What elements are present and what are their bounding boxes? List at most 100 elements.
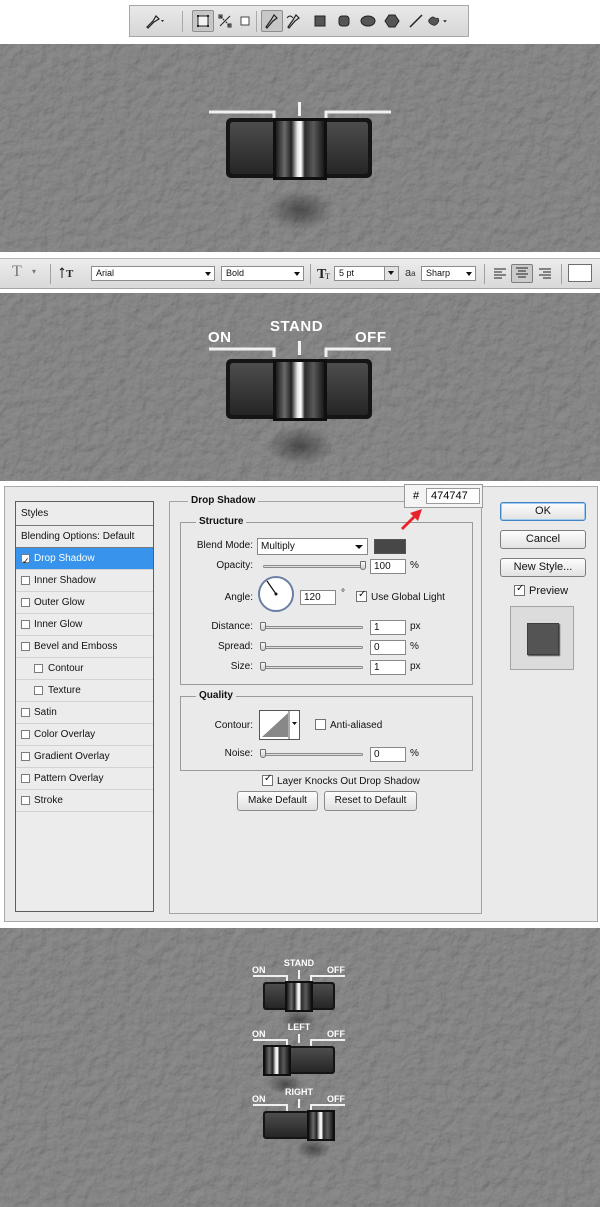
size-input[interactable]: 1 <box>370 660 406 675</box>
new-style-button[interactable]: New Style... <box>500 558 586 577</box>
style-item-pattern-overlay[interactable]: Pattern Overlay <box>16 768 153 790</box>
style-item-satin[interactable]: Satin <box>16 702 153 724</box>
chevron-down-icon[interactable] <box>384 267 398 280</box>
layer-knocks-out-checkbox[interactable] <box>262 773 273 786</box>
style-checkbox[interactable] <box>21 598 30 607</box>
style-item-color-overlay[interactable]: Color Overlay <box>16 724 153 746</box>
style-checkbox[interactable] <box>34 664 43 673</box>
canvas-switch-states: ON STAND OFF ON LEFT OFF ON RIGHT OFF <box>0 928 600 1207</box>
pen-tool-icon[interactable] <box>144 10 166 32</box>
noise-slider-knob[interactable] <box>260 749 266 758</box>
toolbar-separator <box>484 264 485 284</box>
noise-input[interactable]: 0 <box>370 747 406 762</box>
contour-picker[interactable] <box>259 710 300 740</box>
hex-input[interactable]: 474747 <box>426 488 480 504</box>
opacity-slider-knob[interactable] <box>360 561 366 570</box>
noise-slider[interactable] <box>263 753 363 756</box>
style-item-label: Gradient Overlay <box>34 751 110 762</box>
style-checkbox[interactable] <box>21 620 30 629</box>
paths-icon[interactable] <box>214 10 236 32</box>
canvas-switch-labeled: ON STAND OFF <box>0 293 600 481</box>
style-item-gradient-overlay[interactable]: Gradient Overlay <box>16 746 153 768</box>
use-global-light-label[interactable]: Use Global Light <box>371 592 445 603</box>
style-checkbox[interactable] <box>21 796 30 805</box>
spread-slider[interactable] <box>263 646 363 649</box>
text-color-swatch[interactable] <box>568 264 592 282</box>
font-size-input[interactable]: 5 pt <box>334 266 399 281</box>
use-global-light-checkbox[interactable] <box>356 589 367 602</box>
anti-alias-select[interactable]: Sharp <box>421 266 476 281</box>
blending-options-item[interactable]: Blending Options: Default <box>16 526 153 548</box>
px-unit: px <box>410 621 421 632</box>
fill-pixels-icon[interactable] <box>234 10 256 32</box>
anti-aliased-checkbox[interactable] <box>315 719 326 730</box>
switch-label-center: LEFT <box>288 1022 311 1032</box>
style-item-texture[interactable]: Texture <box>16 680 153 702</box>
switch-center-tick <box>298 970 300 979</box>
rounded-rectangle-icon[interactable] <box>333 10 355 32</box>
opacity-input[interactable]: 100 <box>370 559 406 574</box>
style-item-label: Pattern Overlay <box>34 773 104 784</box>
distance-slider[interactable] <box>263 626 363 629</box>
style-checkbox[interactable] <box>21 730 30 739</box>
custom-shape-icon[interactable] <box>427 10 449 32</box>
align-right-icon[interactable] <box>535 265 555 283</box>
distance-slider-knob[interactable] <box>260 622 266 631</box>
ellipse-icon[interactable] <box>357 10 379 32</box>
style-checkbox[interactable] <box>21 774 30 783</box>
distance-input[interactable]: 1 <box>370 620 406 635</box>
style-item-outer-glow[interactable]: Outer Glow <box>16 592 153 614</box>
style-item-label: Inner Glow <box>34 619 83 630</box>
spread-input[interactable]: 0 <box>370 640 406 655</box>
opacity-slider[interactable] <box>263 565 363 568</box>
style-item-stroke[interactable]: Stroke <box>16 790 153 812</box>
style-checkbox[interactable] <box>21 576 30 585</box>
shape-layers-icon[interactable] <box>192 10 214 32</box>
type-tool-icon[interactable]: T <box>12 263 22 281</box>
align-left-icon[interactable] <box>490 265 510 283</box>
style-checkbox[interactable] <box>21 642 30 651</box>
style-checkbox[interactable] <box>21 708 30 717</box>
rectangle-icon[interactable] <box>309 10 331 32</box>
angle-input[interactable]: 120 <box>300 590 336 605</box>
chevron-down-icon <box>466 272 472 276</box>
spread-slider-knob[interactable] <box>260 642 266 651</box>
style-item-inner-shadow[interactable]: Inner Shadow <box>16 570 153 592</box>
text-orientation-icon[interactable]: T <box>59 264 77 284</box>
font-size-value: 5 pt <box>339 268 355 278</box>
style-checkbox[interactable] <box>21 752 30 761</box>
angle-dial[interactable] <box>258 576 294 612</box>
size-slider-knob[interactable] <box>260 662 266 671</box>
chevron-down-icon[interactable]: ▾ <box>32 267 36 276</box>
quality-group: Quality Contour: Anti-aliased Noise: 0 % <box>180 690 473 771</box>
anti-aliased-label[interactable]: Anti-aliased <box>330 720 382 731</box>
shadow-color-swatch[interactable] <box>374 539 406 554</box>
polygon-icon[interactable] <box>381 10 403 32</box>
style-checkbox[interactable] <box>34 686 43 695</box>
style-item-bevel-and-emboss[interactable]: Bevel and Emboss <box>16 636 153 658</box>
distance-label: Distance: <box>211 621 253 632</box>
style-checkbox[interactable] <box>21 552 30 573</box>
reset-to-default-button[interactable]: Reset to Default <box>324 791 417 811</box>
styles-header[interactable]: Styles <box>16 502 153 526</box>
blend-mode-select[interactable]: Multiply <box>257 538 368 555</box>
preview-checkbox[interactable] <box>514 583 525 596</box>
layer-knocks-out-label[interactable]: Layer Knocks Out Drop Shadow <box>277 776 420 787</box>
style-item-drop-shadow[interactable]: Drop Shadow <box>16 548 153 573</box>
style-item-inner-glow[interactable]: Inner Glow <box>16 614 153 636</box>
style-item-label: Bevel and Emboss <box>34 641 118 652</box>
font-family-select[interactable]: Arial <box>91 266 215 281</box>
switch-center-tick <box>298 1034 300 1043</box>
size-slider[interactable] <box>263 666 363 669</box>
font-style-select[interactable]: Bold <box>221 266 304 281</box>
make-default-button[interactable]: Make Default <box>237 791 318 811</box>
line-icon[interactable] <box>405 10 427 32</box>
style-item-contour[interactable]: Contour <box>16 658 153 680</box>
align-center-icon[interactable] <box>511 264 533 283</box>
cancel-button[interactable]: Cancel <box>500 530 586 549</box>
pen-icon[interactable] <box>261 10 283 32</box>
preview-label[interactable]: Preview <box>529 585 568 597</box>
red-arrow-icon <box>401 509 422 530</box>
ok-button[interactable]: OK <box>500 502 586 521</box>
freeform-pen-icon[interactable] <box>283 10 305 32</box>
